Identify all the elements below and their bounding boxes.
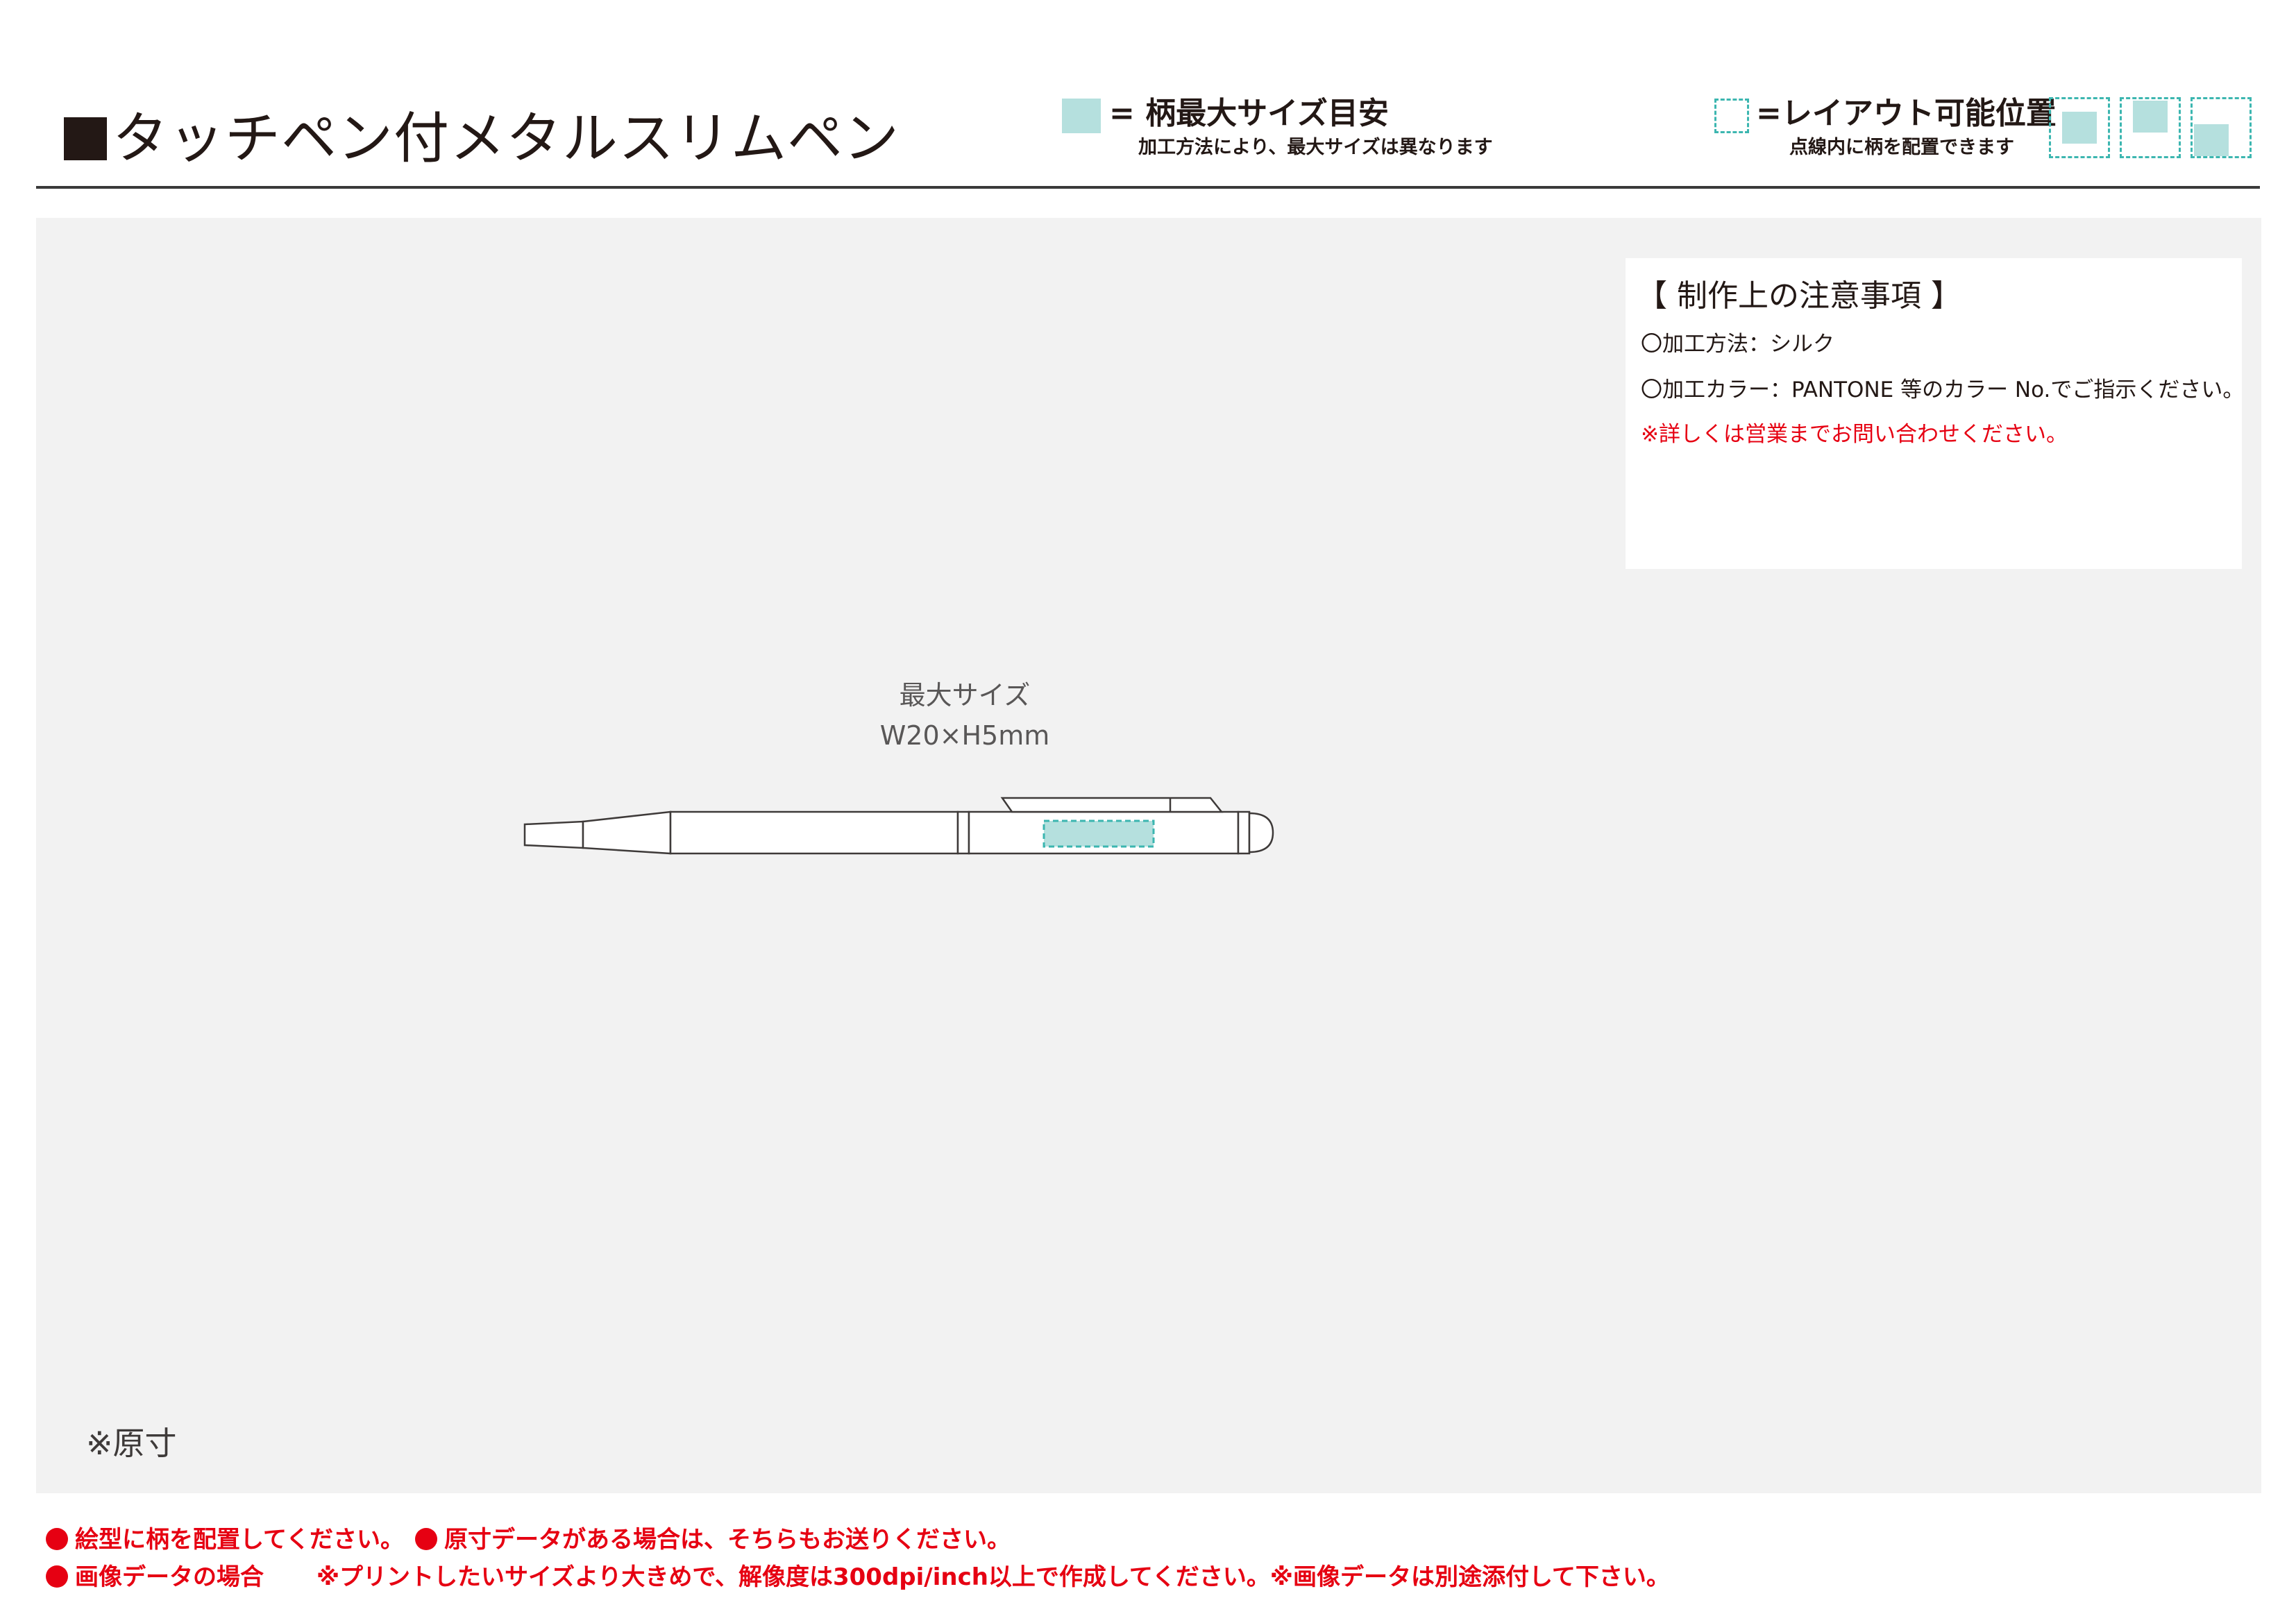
footer-instruction-2: 原寸データがある場合は、そちらもお送りください。 (415, 1524, 1011, 1556)
pen-clip (1000, 797, 1224, 813)
red-dot-icon (46, 1565, 68, 1588)
print-area-box (1043, 819, 1155, 848)
footer-text-3: 画像データの場合 (75, 1563, 264, 1591)
pen-cone (582, 810, 672, 855)
footer-instruction-1: 絵型に柄を配置してください。 (46, 1524, 404, 1556)
pen-tip (523, 820, 584, 849)
pen-stylus-tip (1248, 812, 1274, 853)
footer-text-1: 絵型に柄を配置してください。 (75, 1526, 404, 1554)
footer-instruction-4: ※プリントしたいサイズより大きめで、解像度は300dpi/inch以上で作成して… (316, 1563, 1670, 1591)
red-dot-icon (415, 1528, 437, 1550)
pen-outline-drawing (523, 797, 1274, 855)
footer-text-2: 原寸データがある場合は、そちらもお送りください。 (444, 1526, 1011, 1554)
pen-ring (956, 810, 970, 855)
original-size-note: ※原寸 (86, 1425, 177, 1462)
red-dot-icon (46, 1528, 68, 1550)
pen-barrel (669, 810, 959, 855)
pen-end-cap (1237, 810, 1251, 855)
footer-instruction-3: 画像データの場合 (46, 1561, 264, 1593)
